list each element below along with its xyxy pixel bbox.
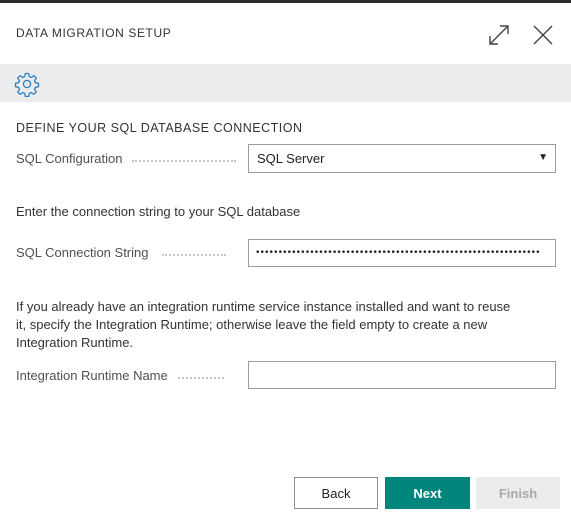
section-title: DEFINE YOUR SQL DATABASE CONNECTION (16, 121, 303, 135)
dialog-title: DATA MIGRATION SETUP (16, 26, 172, 40)
action-bar (0, 64, 571, 102)
integration-runtime-description-line-2: it, specify the Integration Runtime; oth… (16, 317, 488, 332)
sql-connection-string-label-text: SQL Connection String (16, 245, 149, 260)
dropdown-caret-icon: ▼ (538, 152, 548, 163)
integration-runtime-description-line-3: Integration Runtime. (16, 335, 134, 350)
close-icon[interactable] (530, 22, 556, 48)
integration-runtime-name-input[interactable] (248, 361, 556, 389)
sql-connection-string-input[interactable]: ••••••••••••••••••••••••••••••••••••••••… (248, 239, 556, 267)
integration-runtime-name-label: Integration Runtime Name (16, 368, 224, 383)
sql-configuration-value: SQL Server (257, 151, 325, 166)
connection-string-instructions: Enter the connection string to your SQL … (16, 204, 301, 219)
back-button[interactable]: Back (294, 477, 378, 509)
sql-configuration-select[interactable]: SQL Server ▼ (248, 144, 556, 173)
integration-runtime-description-line-1: If you already have an integration runti… (16, 299, 511, 314)
integration-runtime-name-label-text: Integration Runtime Name (16, 368, 168, 383)
window-top-border (0, 0, 571, 3)
sql-configuration-label-text: SQL Configuration (16, 151, 123, 166)
next-button[interactable]: Next (385, 477, 470, 509)
label-leader-dots (177, 376, 224, 379)
finish-button[interactable]: Finish (476, 477, 560, 509)
label-leader-dots (132, 159, 237, 162)
label-leader-dots (162, 253, 227, 256)
gear-icon[interactable] (14, 71, 40, 98)
sql-connection-string-label: SQL Connection String (16, 245, 227, 260)
sql-configuration-label: SQL Configuration (16, 151, 237, 166)
expand-icon[interactable] (486, 22, 512, 48)
